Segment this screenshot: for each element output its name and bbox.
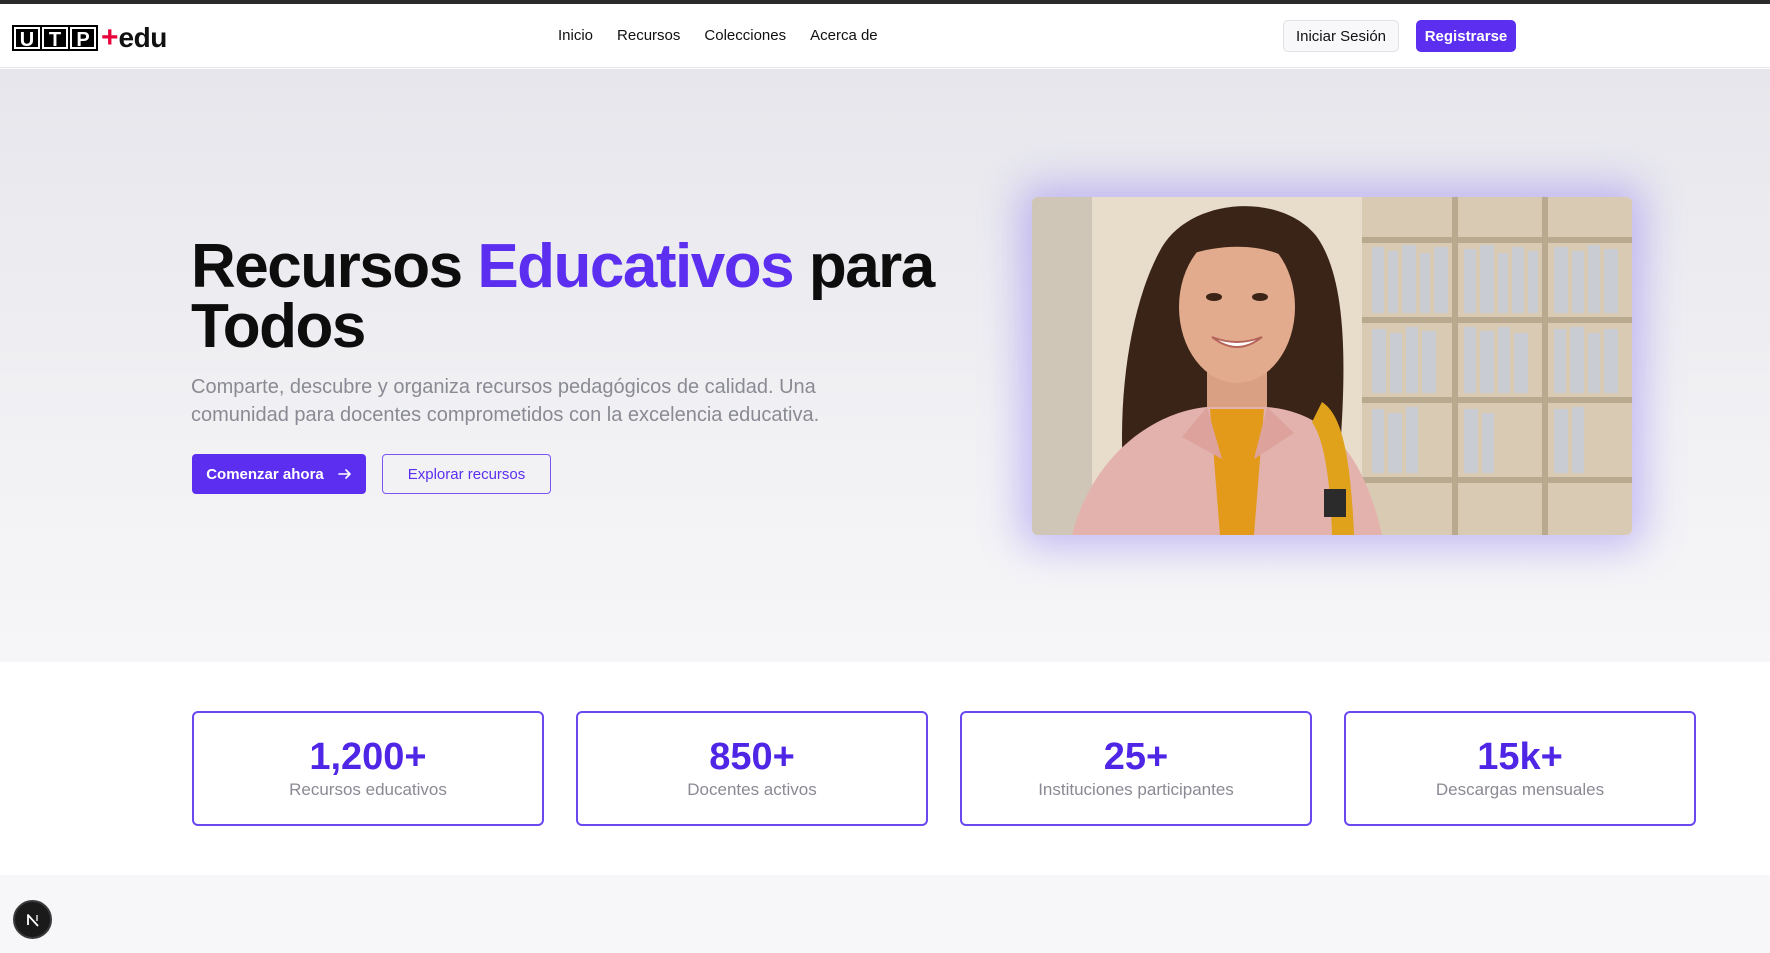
start-now-label: Comenzar ahora xyxy=(206,465,324,483)
stat-card-teachers: 850+ Docentes activos xyxy=(576,711,928,826)
hero-section: Recursos Educativos para Todos Comparte,… xyxy=(0,69,1770,662)
next-section-band xyxy=(0,875,1770,953)
logo-letter-t: T xyxy=(42,27,68,51)
nav-link-colecciones[interactable]: Colecciones xyxy=(704,26,786,46)
logo-plus: + xyxy=(101,21,119,54)
main-nav: Inicio Recursos Colecciones Acerca de xyxy=(558,26,878,46)
stat-value: 1,200+ xyxy=(309,736,427,778)
hero-subtitle: Comparte, descubre y organiza recursos p… xyxy=(191,376,820,426)
arrow-right-icon xyxy=(337,469,351,479)
nav-link-inicio[interactable]: Inicio xyxy=(558,26,593,46)
nav-link-acerca-de[interactable]: Acerca de xyxy=(810,26,878,46)
hero-title: Recursos Educativos para Todos xyxy=(191,236,951,358)
stat-label: Descargas mensuales xyxy=(1435,780,1605,799)
stat-label: Recursos educativos xyxy=(289,780,447,799)
stat-card-resources: 1,200+ Recursos educativos xyxy=(192,711,544,826)
stat-value: 850+ xyxy=(709,736,795,778)
hero-title-part1: Recursos xyxy=(191,232,478,301)
stat-value: 25+ xyxy=(1103,736,1169,778)
utp-edu-logo[interactable]: U T P + edu xyxy=(12,23,167,53)
logo-edu-text: edu xyxy=(118,22,168,53)
nextjs-dev-badge[interactable] xyxy=(13,900,52,939)
start-now-button[interactable]: Comenzar ahora xyxy=(192,454,366,494)
hero-title-accent: Educativos xyxy=(477,232,794,301)
nav-link-recursos[interactable]: Recursos xyxy=(617,26,680,46)
stats-section: 1,200+ Recursos educativos 850+ Docentes… xyxy=(0,662,1770,875)
stat-value: 15k+ xyxy=(1477,736,1563,778)
login-button[interactable]: Iniciar Sesión xyxy=(1283,20,1399,52)
stat-card-downloads: 15k+ Descargas mensuales xyxy=(1344,711,1696,826)
nextjs-logo-icon xyxy=(26,913,39,927)
explore-resources-button[interactable]: Explorar recursos xyxy=(382,454,551,494)
site-header: U T P + edu Inicio Recursos Colecciones … xyxy=(0,4,1770,68)
register-button[interactable]: Registrarse xyxy=(1416,20,1516,52)
logo-letter-u: U xyxy=(14,27,40,51)
student-illustration xyxy=(1032,197,1632,535)
stat-card-institutions: 25+ Instituciones participantes xyxy=(960,711,1312,826)
logo-letter-p: P xyxy=(70,27,96,51)
utp-logo-box: U T P xyxy=(12,25,98,51)
hero-student-photo xyxy=(1032,197,1632,535)
stat-label: Instituciones participantes xyxy=(1038,780,1234,799)
stat-label: Docentes activos xyxy=(687,780,817,799)
